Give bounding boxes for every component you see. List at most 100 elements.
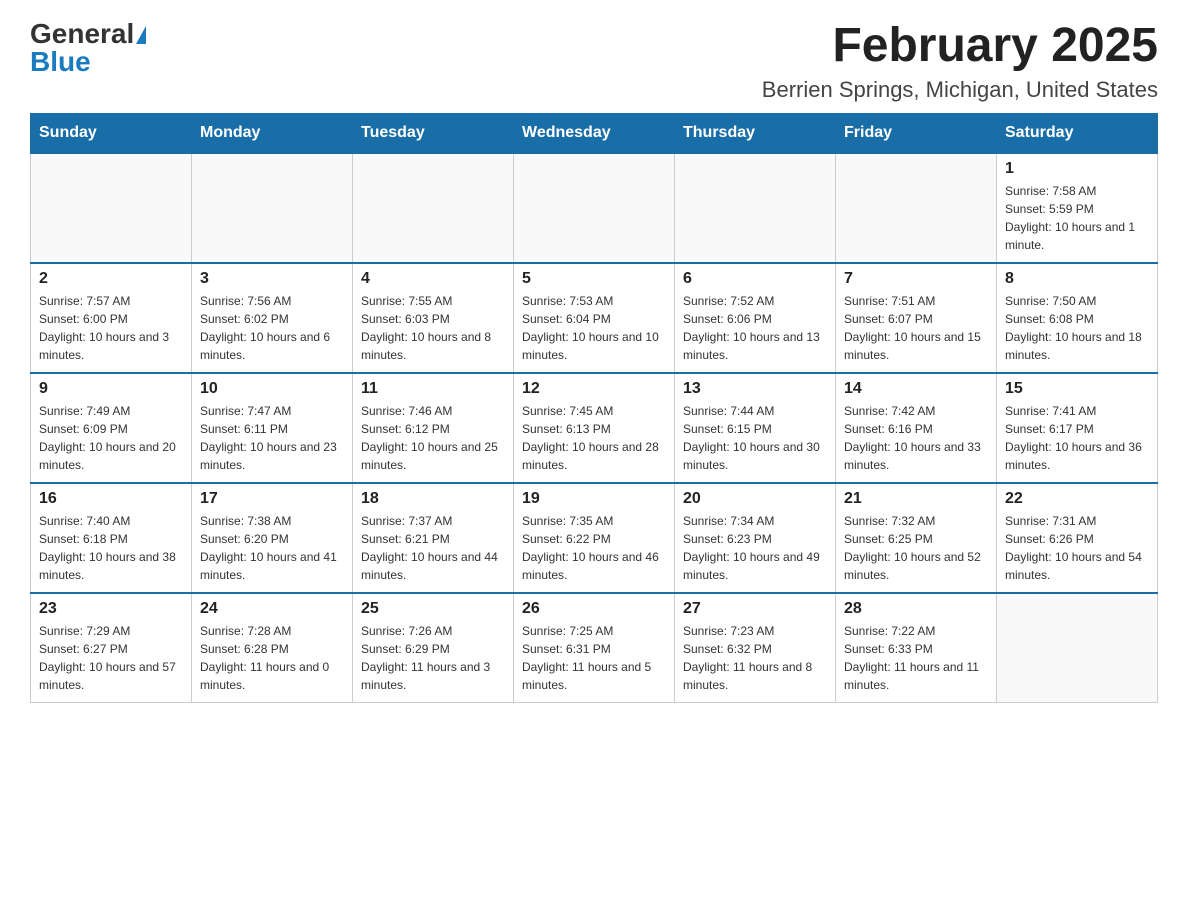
calendar-day-cell: 15 Sunrise: 7:41 AMSunset: 6:17 PMDayligh…	[997, 373, 1158, 483]
day-number: 27	[683, 600, 827, 618]
day-number: 1	[1005, 160, 1149, 178]
day-info: Sunrise: 7:23 AMSunset: 6:32 PMDaylight:…	[683, 622, 827, 694]
day-of-week-header: Tuesday	[353, 113, 514, 153]
calendar-day-cell	[836, 153, 997, 263]
day-number: 12	[522, 380, 666, 398]
day-info: Sunrise: 7:38 AMSunset: 6:20 PMDaylight:…	[200, 512, 344, 584]
calendar-day-cell: 27 Sunrise: 7:23 AMSunset: 6:32 PMDayligh…	[675, 593, 836, 703]
calendar-week-row: 16 Sunrise: 7:40 AMSunset: 6:18 PMDayligh…	[31, 483, 1158, 593]
calendar-day-cell: 14 Sunrise: 7:42 AMSunset: 6:16 PMDayligh…	[836, 373, 997, 483]
calendar-day-cell: 17 Sunrise: 7:38 AMSunset: 6:20 PMDayligh…	[192, 483, 353, 593]
calendar-day-cell: 2Sunrise: 7:57 AMSunset: 6:00 PMDaylight…	[31, 263, 192, 373]
calendar-header: SundayMondayTuesdayWednesdayThursdayFrid…	[31, 113, 1158, 153]
calendar-day-cell: 22 Sunrise: 7:31 AMSunset: 6:26 PMDayligh…	[997, 483, 1158, 593]
day-info: Sunrise: 7:56 AMSunset: 6:02 PMDaylight:…	[200, 292, 344, 364]
day-number: 18	[361, 490, 505, 508]
calendar-day-cell: 20 Sunrise: 7:34 AMSunset: 6:23 PMDayligh…	[675, 483, 836, 593]
day-number: 5	[522, 270, 666, 288]
day-number: 24	[200, 600, 344, 618]
calendar-day-cell: 24Sunrise: 7:28 AMSunset: 6:28 PMDayligh…	[192, 593, 353, 703]
day-info: Sunrise: 7:41 AMSunset: 6:17 PMDaylight:…	[1005, 402, 1149, 474]
calendar-day-cell: 10 Sunrise: 7:47 AMSunset: 6:11 PMDayligh…	[192, 373, 353, 483]
day-info: Sunrise: 7:29 AMSunset: 6:27 PMDaylight:…	[39, 622, 183, 694]
day-of-week-header: Monday	[192, 113, 353, 153]
day-of-week-header: Wednesday	[514, 113, 675, 153]
day-info: Sunrise: 7:26 AMSunset: 6:29 PMDaylight:…	[361, 622, 505, 694]
day-info: Sunrise: 7:47 AMSunset: 6:11 PMDaylight:…	[200, 402, 344, 474]
calendar-day-cell: 25 Sunrise: 7:26 AMSunset: 6:29 PMDayligh…	[353, 593, 514, 703]
day-number: 10	[200, 380, 344, 398]
day-header-row: SundayMondayTuesdayWednesdayThursdayFrid…	[31, 113, 1158, 153]
day-number: 25	[361, 600, 505, 618]
calendar-week-row: 23Sunrise: 7:29 AMSunset: 6:27 PMDayligh…	[31, 593, 1158, 703]
month-title: February 2025	[762, 20, 1158, 73]
calendar-day-cell	[514, 153, 675, 263]
calendar-day-cell	[31, 153, 192, 263]
calendar-day-cell	[675, 153, 836, 263]
title-section: February 2025 Berrien Springs, Michigan,…	[762, 20, 1158, 103]
calendar-week-row: 2Sunrise: 7:57 AMSunset: 6:00 PMDaylight…	[31, 263, 1158, 373]
calendar-day-cell: 6Sunrise: 7:52 AMSunset: 6:06 PMDaylight…	[675, 263, 836, 373]
day-info: Sunrise: 7:35 AMSunset: 6:22 PMDaylight:…	[522, 512, 666, 584]
day-number: 20	[683, 490, 827, 508]
day-of-week-header: Friday	[836, 113, 997, 153]
day-info: Sunrise: 7:25 AMSunset: 6:31 PMDaylight:…	[522, 622, 666, 694]
day-number: 26	[522, 600, 666, 618]
calendar-day-cell: 28 Sunrise: 7:22 AMSunset: 6:33 PMDayligh…	[836, 593, 997, 703]
day-number: 17	[200, 490, 344, 508]
day-info: Sunrise: 7:37 AMSunset: 6:21 PMDaylight:…	[361, 512, 505, 584]
day-number: 4	[361, 270, 505, 288]
day-of-week-header: Sunday	[31, 113, 192, 153]
day-number: 3	[200, 270, 344, 288]
page-header: General Blue February 2025 Berrien Sprin…	[30, 20, 1158, 103]
calendar-day-cell: 9 Sunrise: 7:49 AMSunset: 6:09 PMDaylight…	[31, 373, 192, 483]
day-info: Sunrise: 7:32 AMSunset: 6:25 PMDaylight:…	[844, 512, 988, 584]
day-info: Sunrise: 7:55 AMSunset: 6:03 PMDaylight:…	[361, 292, 505, 364]
day-info: Sunrise: 7:51 AMSunset: 6:07 PMDaylight:…	[844, 292, 988, 364]
day-of-week-header: Saturday	[997, 113, 1158, 153]
day-of-week-header: Thursday	[675, 113, 836, 153]
calendar-day-cell: 13 Sunrise: 7:44 AMSunset: 6:15 PMDayligh…	[675, 373, 836, 483]
calendar-day-cell: 3 Sunrise: 7:56 AMSunset: 6:02 PMDaylight…	[192, 263, 353, 373]
day-info: Sunrise: 7:58 AMSunset: 5:59 PMDaylight:…	[1005, 182, 1149, 254]
calendar-body: 1 Sunrise: 7:58 AMSunset: 5:59 PMDaylight…	[31, 153, 1158, 703]
day-number: 9	[39, 380, 183, 398]
calendar-day-cell: 19 Sunrise: 7:35 AMSunset: 6:22 PMDayligh…	[514, 483, 675, 593]
calendar-day-cell: 8 Sunrise: 7:50 AMSunset: 6:08 PMDaylight…	[997, 263, 1158, 373]
day-number: 22	[1005, 490, 1149, 508]
day-info: Sunrise: 7:31 AMSunset: 6:26 PMDaylight:…	[1005, 512, 1149, 584]
day-info: Sunrise: 7:49 AMSunset: 6:09 PMDaylight:…	[39, 402, 183, 474]
calendar-day-cell: 26 Sunrise: 7:25 AMSunset: 6:31 PMDayligh…	[514, 593, 675, 703]
calendar-day-cell: 12 Sunrise: 7:45 AMSunset: 6:13 PMDayligh…	[514, 373, 675, 483]
day-info: Sunrise: 7:42 AMSunset: 6:16 PMDaylight:…	[844, 402, 988, 474]
logo-blue-text: Blue	[30, 48, 91, 76]
day-info: Sunrise: 7:40 AMSunset: 6:18 PMDaylight:…	[39, 512, 183, 584]
calendar-week-row: 1 Sunrise: 7:58 AMSunset: 5:59 PMDaylight…	[31, 153, 1158, 263]
logo-triangle-icon	[136, 26, 146, 44]
calendar-day-cell: 23Sunrise: 7:29 AMSunset: 6:27 PMDayligh…	[31, 593, 192, 703]
day-info: Sunrise: 7:34 AMSunset: 6:23 PMDaylight:…	[683, 512, 827, 584]
day-info: Sunrise: 7:53 AMSunset: 6:04 PMDaylight:…	[522, 292, 666, 364]
day-number: 13	[683, 380, 827, 398]
day-number: 2	[39, 270, 183, 288]
day-number: 11	[361, 380, 505, 398]
calendar-table: SundayMondayTuesdayWednesdayThursdayFrid…	[30, 113, 1158, 704]
day-number: 28	[844, 600, 988, 618]
day-number: 19	[522, 490, 666, 508]
calendar-day-cell: 4 Sunrise: 7:55 AMSunset: 6:03 PMDaylight…	[353, 263, 514, 373]
day-info: Sunrise: 7:22 AMSunset: 6:33 PMDaylight:…	[844, 622, 988, 694]
calendar-day-cell	[353, 153, 514, 263]
day-info: Sunrise: 7:46 AMSunset: 6:12 PMDaylight:…	[361, 402, 505, 474]
day-number: 15	[1005, 380, 1149, 398]
day-info: Sunrise: 7:44 AMSunset: 6:15 PMDaylight:…	[683, 402, 827, 474]
calendar-day-cell: 16 Sunrise: 7:40 AMSunset: 6:18 PMDayligh…	[31, 483, 192, 593]
day-number: 14	[844, 380, 988, 398]
logo-general-text: General	[30, 18, 134, 49]
calendar-day-cell: 7Sunrise: 7:51 AMSunset: 6:07 PMDaylight…	[836, 263, 997, 373]
day-number: 8	[1005, 270, 1149, 288]
calendar-day-cell: 11 Sunrise: 7:46 AMSunset: 6:12 PMDayligh…	[353, 373, 514, 483]
day-info: Sunrise: 7:45 AMSunset: 6:13 PMDaylight:…	[522, 402, 666, 474]
day-number: 16	[39, 490, 183, 508]
calendar-day-cell	[192, 153, 353, 263]
day-info: Sunrise: 7:50 AMSunset: 6:08 PMDaylight:…	[1005, 292, 1149, 364]
